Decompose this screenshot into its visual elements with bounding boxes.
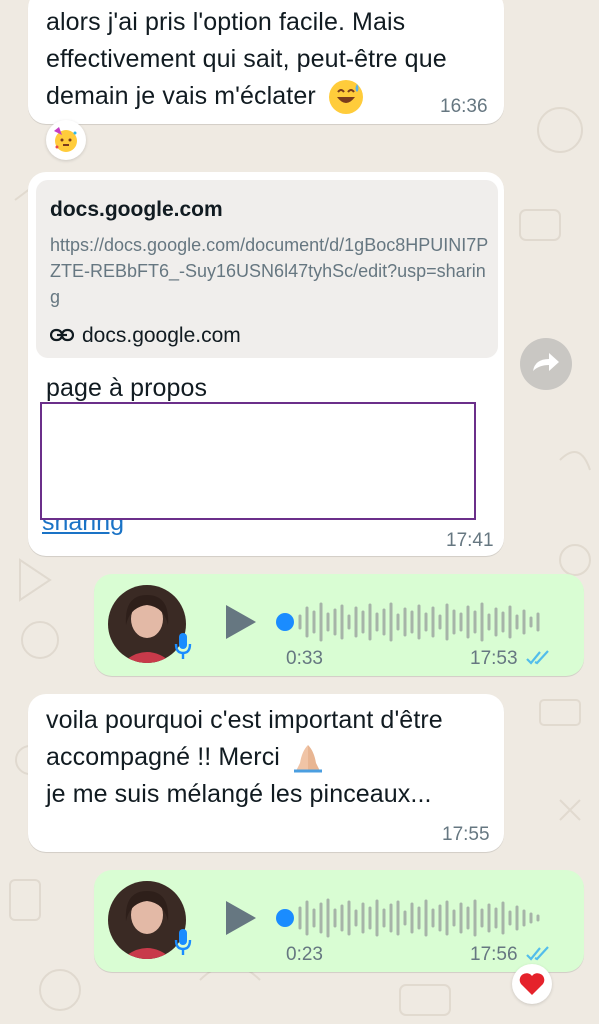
incoming-link-message[interactable]: docs.google.com https://docs.google.com/… (28, 172, 504, 556)
message-time: 17:53 (470, 648, 518, 669)
message-text: accompagné !! Merci (46, 743, 280, 771)
voice-duration: 0:33 (286, 648, 323, 669)
playback-position-dot[interactable] (276, 613, 294, 631)
link-preview-domain: docs.google.com (50, 198, 223, 221)
message-time: 16:36 (440, 96, 488, 117)
grinning-sweat-emoji (328, 80, 363, 115)
incoming-message[interactable]: alors j'ai pris l'option facile. Mais ef… (28, 0, 504, 124)
message-text: je me suis mélangé les pinceaux... (46, 780, 432, 808)
message-time: 17:41 (446, 530, 494, 551)
outgoing-voice-message[interactable]: 0:23 17:56 (94, 870, 584, 972)
party-face-emoji[interactable] (46, 120, 86, 160)
playback-position-dot[interactable] (276, 909, 294, 927)
forward-icon (531, 351, 561, 378)
message-time: 17:56 (470, 944, 518, 965)
read-receipt-icon (526, 650, 552, 671)
red-heart-emoji[interactable] (512, 964, 552, 1004)
redacted-region (40, 402, 476, 520)
message-text: voila pourquoi c'est important d'être (46, 706, 443, 734)
play-button[interactable] (226, 605, 256, 639)
microphone-icon (174, 632, 192, 665)
message-time: 17:55 (442, 824, 490, 845)
microphone-icon (174, 928, 192, 961)
message-text: alors j'ai pris l'option facile. Mais (46, 8, 406, 36)
message-text: effectivement qui sait, peut-être que (46, 45, 447, 73)
voice-duration: 0:23 (286, 944, 323, 965)
message-text: demain je vais m'éclater (46, 82, 316, 110)
incoming-message[interactable]: voila pourquoi c'est important d'être ac… (28, 694, 504, 852)
link-preview-footer: docs.google.com (82, 324, 241, 347)
folded-hands-emoji (291, 741, 325, 775)
play-button[interactable] (226, 901, 256, 935)
forward-button[interactable] (520, 338, 572, 390)
audio-waveform[interactable] (298, 602, 548, 642)
audio-waveform[interactable] (298, 898, 548, 938)
outgoing-voice-message[interactable]: 0:33 17:53 (94, 574, 584, 676)
link-chain-icon (49, 324, 75, 348)
link-preview-card[interactable]: docs.google.com https://docs.google.com/… (36, 180, 498, 358)
link-preview-url: https://docs.google.com/document/d/1gBoc… (50, 235, 489, 307)
